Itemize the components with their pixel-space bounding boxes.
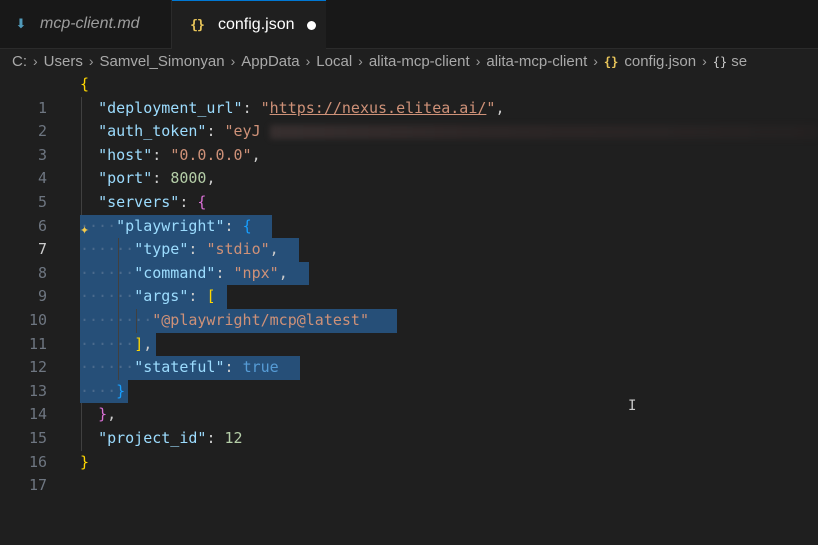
breadcrumb-file[interactable]: {} config.json xyxy=(602,53,698,70)
json-string-value: "stdio" xyxy=(206,240,270,259)
code-line: 15 }, xyxy=(0,403,818,447)
code-line: 6 "servers": { xyxy=(0,191,818,235)
breadcrumb-segment[interactable]: AppData xyxy=(239,53,301,70)
tab-label: config.json xyxy=(218,16,295,33)
breadcrumb-symbol[interactable]: {} se xyxy=(711,53,749,70)
chevron-right-icon: › xyxy=(475,53,481,69)
brace-token: { xyxy=(80,75,90,93)
json-key: "host" xyxy=(98,145,153,164)
code-line: 11 ········"@playwright/mcp@latest" xyxy=(0,309,818,353)
json-key: "deployment_url" xyxy=(98,98,243,117)
breadcrumb-segment[interactable]: alita-mcp-client xyxy=(367,53,472,70)
json-string-value: "npx" xyxy=(233,263,279,282)
json-key: "args" xyxy=(134,287,189,306)
json-key: "stateful" xyxy=(134,358,225,377)
unsaved-changes-dot-icon[interactable] xyxy=(306,20,316,30)
code-line: 4 "host": "0.0.0.0", xyxy=(0,143,818,187)
json-string-value: "@playwright/mcp@latest" xyxy=(152,311,369,329)
code-line: 10 ······"args": [ xyxy=(0,285,818,329)
breadcrumb-segment[interactable]: alita-mcp-client xyxy=(484,53,589,70)
json-icon: {} xyxy=(190,17,205,33)
chevron-right-icon: › xyxy=(305,53,311,69)
chevron-right-icon: › xyxy=(88,53,94,69)
line-number: 17 xyxy=(28,476,47,495)
json-icon: {} xyxy=(603,54,619,69)
code-line: 14 ····} xyxy=(0,379,818,423)
brace-token: } xyxy=(80,452,90,471)
tab-config-json[interactable]: {} config.json xyxy=(172,0,326,49)
breadcrumb-segment[interactable]: Users xyxy=(42,53,85,70)
json-number-value: 12 xyxy=(224,429,243,447)
chevron-right-icon: › xyxy=(702,53,707,69)
json-string-value: "eyJ xyxy=(224,122,261,141)
chevron-right-icon: › xyxy=(230,53,236,69)
tab-mcp-client-md[interactable]: ⬇ mcp-client.md xyxy=(0,0,172,48)
breadcrumb-segment[interactable]: Samvel_Simonyan xyxy=(98,53,227,70)
json-key: "playwright" xyxy=(116,216,225,235)
editor-tab-bar: ⬇ mcp-client.md {} config.json xyxy=(0,0,818,49)
json-number-value: 8000 xyxy=(170,169,207,188)
code-line: 2 "deployment_url": "https://nexus.elite… xyxy=(0,96,818,140)
json-string-value: "https://nexus.elitea.ai/" xyxy=(260,98,496,117)
json-key: "command" xyxy=(134,263,216,282)
json-key: "auth_token" xyxy=(98,122,207,141)
code-line: 5 "port": 8000, xyxy=(0,167,818,211)
code-line: 12 ······], xyxy=(0,332,818,376)
code-line: 8 ······"type": "stdio", xyxy=(0,238,818,282)
tab-label: mcp-client.md xyxy=(40,15,140,32)
chevron-right-icon: › xyxy=(358,53,363,69)
breadcrumb-drive[interactable]: C: xyxy=(0,53,29,70)
code-line: 17 } xyxy=(0,451,818,495)
json-key: "servers" xyxy=(98,193,180,211)
chevron-right-icon: › xyxy=(593,53,598,69)
code-line: 9 ······"command": "npx", xyxy=(0,261,818,305)
breadcrumb-segment[interactable]: Local xyxy=(314,53,354,70)
chevron-right-icon: › xyxy=(33,53,38,69)
json-key: "project_id" xyxy=(98,429,207,447)
breadcrumb-file-label: config.json xyxy=(624,52,697,70)
breadcrumb: C: › Users › Samvel_Simonyan › AppData ›… xyxy=(0,49,818,73)
code-line: 3 "auth_token": "eyJ xyxy=(0,120,818,164)
code-line: 16 "project_id": 12 xyxy=(0,427,818,471)
object-icon: {} xyxy=(712,54,728,69)
json-key: "type" xyxy=(134,240,189,259)
code-line: 1 { xyxy=(0,73,818,117)
markdown-icon: ⬇ xyxy=(15,16,27,31)
code-line: 13 ······"stateful": true xyxy=(0,356,818,400)
breadcrumb-symbol-label: se xyxy=(731,52,748,70)
code-line-current: 7 ····"playwright": { ✦ xyxy=(0,214,818,258)
code-editor[interactable]: 1 { 2 "deployment_url": "https://nexus.e… xyxy=(0,73,818,540)
json-string-value: "0.0.0.0" xyxy=(170,145,252,164)
json-boolean-value: true xyxy=(242,358,279,377)
url-link[interactable]: https://nexus.elitea.ai/ xyxy=(270,99,487,117)
text-cursor-icon: I xyxy=(628,398,637,414)
json-key: "port" xyxy=(98,169,153,188)
redacted-token-blur xyxy=(270,125,818,140)
